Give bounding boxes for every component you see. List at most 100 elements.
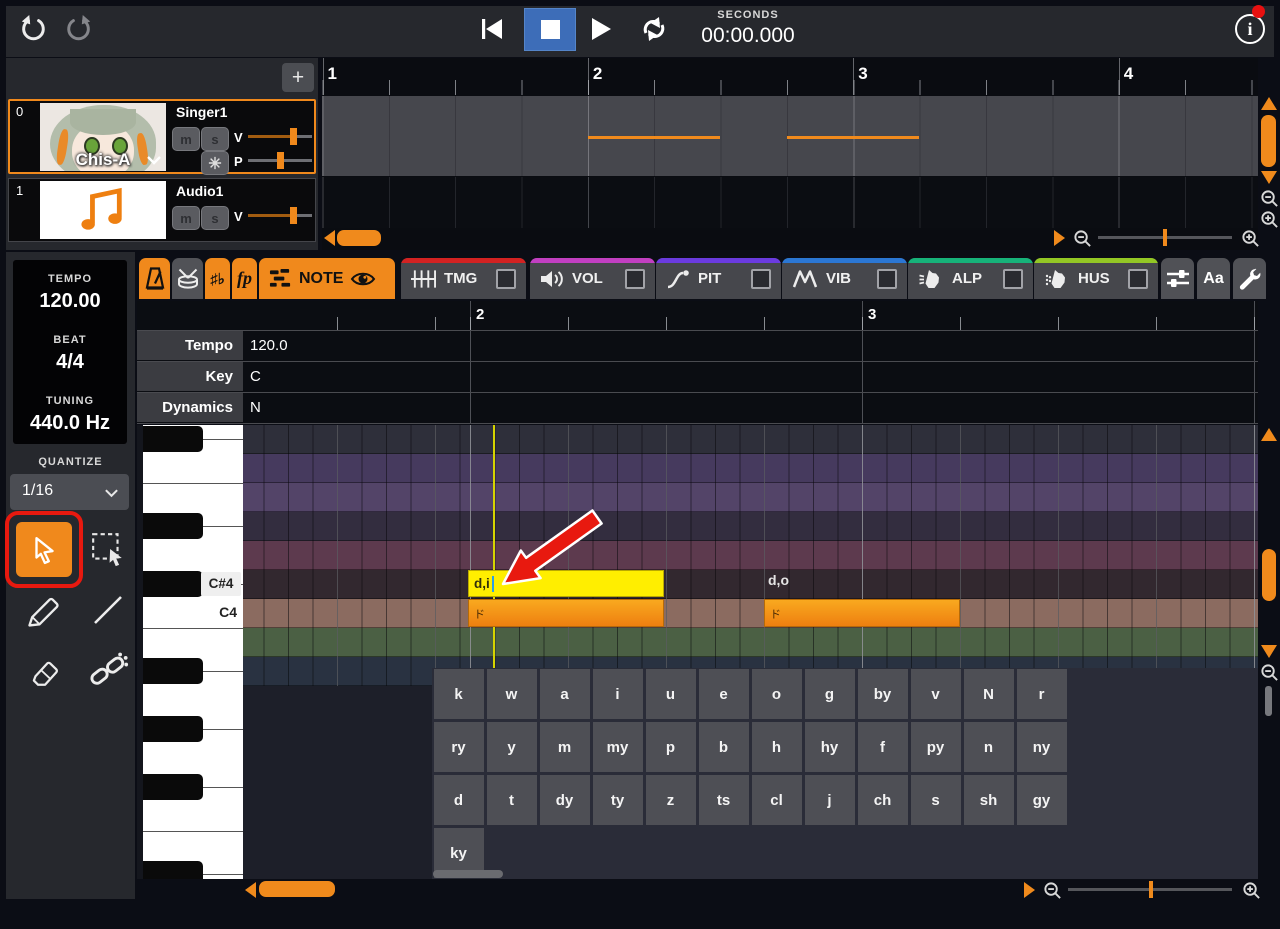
lyric-input-mode-button[interactable]: Aa [1197,258,1230,299]
timeline-scroll-up-button[interactable] [1261,97,1277,110]
piano-keyboard[interactable]: C#4 C4 [143,425,243,879]
stop-button[interactable] [524,8,576,51]
piano-key-black-A#3[interactable] [143,658,203,684]
pianoroll-hscroll-thumb[interactable] [259,881,335,897]
pianoroll-scroll-left-button[interactable] [245,882,256,898]
tab-note[interactable]: NOTE [259,258,395,299]
tab-tmg[interactable]: TMG [401,258,526,299]
piano-key-black-C#4[interactable] [143,571,203,597]
piano-key-black-F#4[interactable] [143,426,203,452]
eraser-tool-button[interactable] [20,650,68,694]
grid-row-F#4[interactable] [243,425,1258,454]
tab-dynamics[interactable]: fp [232,258,257,299]
piano-roll-grid[interactable] [243,425,1258,686]
phoneme-key-ty[interactable]: ty [592,775,643,825]
grid-row-D#4[interactable] [243,512,1258,541]
timeline-scroll-down-button[interactable] [1261,171,1277,184]
phoneme-key-ts[interactable]: ts [698,775,749,825]
timeline-scroll-right-button[interactable] [1054,230,1065,246]
param-row-dynamics-label[interactable]: Dynamics [137,393,243,422]
audio-thumbnail[interactable] [40,181,166,239]
singer-avatar[interactable]: Chis-A [40,103,166,171]
phoneme-key-s[interactable]: s [910,775,961,825]
playhead-line[interactable] [493,425,495,672]
pianoroll-scroll-down-button[interactable] [1261,645,1277,658]
marquee-select-tool-button[interactable] [88,528,128,570]
grid-row-F4[interactable] [243,454,1258,483]
solo-button-singer[interactable]: s [201,127,229,151]
tab-hus[interactable]: HUS [1034,258,1158,299]
tab-vol-checkbox[interactable] [625,268,645,289]
param-row-key-value[interactable]: C [250,362,261,391]
pianoroll-scroll-right-button[interactable] [1024,882,1035,898]
timeline-zoom-out-button[interactable] [1072,228,1092,248]
mixer-button[interactable] [1161,258,1194,299]
param-row-dynamics-value[interactable]: N [250,393,261,422]
piano-key-black-F#3[interactable] [143,774,203,800]
phoneme-key-m[interactable]: m [539,722,590,772]
tab-vol[interactable]: VOL [530,258,655,299]
grid-row-C#4[interactable] [243,570,1258,599]
grid-row-C4[interactable] [243,599,1258,628]
note-2[interactable]: ド [764,599,960,627]
piano-key-black-G#3[interactable] [143,716,203,742]
phoneme-key-d[interactable]: d [433,775,484,825]
phoneme-key-ry[interactable]: ry [433,722,484,772]
phoneme-key-e[interactable]: e [698,669,749,719]
param-row-tempo-label[interactable]: Tempo [137,331,243,360]
pianoroll-zoom-in-button[interactable] [1241,880,1261,900]
timeline-hscroll-thumb[interactable] [337,230,381,246]
params-ruler[interactable]: 23 [137,301,1258,330]
phoneme-key-dy[interactable]: dy [539,775,590,825]
tempo-value[interactable]: 120.00 [13,290,127,313]
phoneme-key-o[interactable]: o [751,669,802,719]
phoneme-key-j[interactable]: j [804,775,855,825]
redo-button[interactable] [64,14,94,44]
phoneme-key-my[interactable]: my [592,722,643,772]
tab-hus-checkbox[interactable] [1128,268,1148,289]
info-button[interactable]: i [1235,14,1265,44]
grid-row-E4[interactable] [243,483,1258,512]
phoneme-key-gy[interactable]: gy [1016,775,1067,825]
tab-vib[interactable]: VIB [782,258,907,299]
timeline-clip-2[interactable] [787,136,919,139]
select-tool-button[interactable] [16,522,72,577]
volume-slider-singer[interactable] [248,128,312,145]
tab-pit-checkbox[interactable] [751,268,771,289]
tab-alp-checkbox[interactable] [1003,268,1023,289]
grid-row-D4[interactable] [243,541,1258,570]
pianoroll-zoom-slider-marker[interactable] [1149,881,1153,898]
mute-button-audio[interactable]: m [172,206,200,230]
freeze-button[interactable] [201,151,229,175]
undo-button[interactable] [18,14,48,44]
add-track-button[interactable]: + [282,63,314,92]
slider-thumb[interactable] [290,207,297,224]
pianoroll-vscroll-lower-thumb[interactable] [1265,686,1272,716]
timeline-lane-audio[interactable] [322,177,1258,228]
link-tool-button[interactable] [88,648,130,690]
phoneme-key-w[interactable]: w [486,669,537,719]
phoneme-key-u[interactable]: u [645,669,696,719]
timeline-scroll-left-button[interactable] [324,230,335,246]
volume-slider-audio[interactable] [248,207,312,224]
phoneme-key-f[interactable]: f [857,722,908,772]
phoneme-key-py[interactable]: py [910,722,961,772]
phoneme-panel-hscroll-thumb[interactable] [433,870,503,878]
grid-row-B3[interactable] [243,628,1258,657]
phoneme-text-note-2[interactable]: d,o [768,572,789,588]
timeline-vscroll-thumb[interactable] [1261,115,1276,167]
quantize-dropdown[interactable]: 1/16 [10,474,129,510]
solo-button-audio[interactable]: s [201,206,229,230]
tab-tmg-checkbox[interactable] [496,268,516,289]
tab-key[interactable]: ♯♭ [205,258,230,299]
phoneme-key-y[interactable]: y [486,722,537,772]
slider-thumb[interactable] [277,152,284,169]
phoneme-key-cl[interactable]: cl [751,775,802,825]
piano-key-black-D#4[interactable] [143,513,203,539]
piano-key-black-D#3[interactable] [143,861,203,879]
voice-select-chevron-icon[interactable] [146,155,162,165]
mute-button-singer[interactable]: m [172,127,200,151]
play-button[interactable] [586,15,614,43]
phoneme-key-sh[interactable]: sh [963,775,1014,825]
pianoroll-vscroll-thumb[interactable] [1262,549,1276,601]
